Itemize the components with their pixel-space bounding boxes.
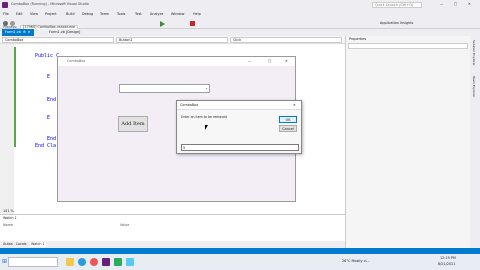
watch-window: Watch 1 Name Value Autos Locals Watch 1 <box>0 214 345 249</box>
dialog-prompt: Enter an item to be removed <box>181 115 228 119</box>
tab-close-icon[interactable]: ✕ <box>28 30 31 35</box>
continue-icon[interactable] <box>160 21 165 27</box>
menu-analyze[interactable]: Analyze <box>150 12 163 17</box>
side-tool-tabs: Solution Explorer Team Explorer <box>470 36 480 248</box>
tab-locals[interactable]: Locals <box>16 242 27 247</box>
clock-time: 12:19 PM <box>440 256 456 260</box>
menu-bar: File Edit View Project Build Debug Team … <box>0 10 480 19</box>
toolbar: Process: [17960] ComboBox.vshost.exe App… <box>0 19 480 30</box>
event-dropdown[interactable]: Click <box>230 37 342 43</box>
add-item-button[interactable]: Add Item <box>118 116 148 132</box>
form-title: ComboBox <box>67 59 86 63</box>
edge-icon[interactable] <box>78 258 86 266</box>
properties-panel: Properties <box>345 36 470 248</box>
code-line: End <box>47 97 57 103</box>
object-dropdown[interactable]: Button2 <box>116 37 228 43</box>
pin-icon[interactable]: ⊕ <box>23 30 26 35</box>
menu-debug[interactable]: Debug <box>82 12 93 17</box>
form-minimize-icon[interactable]: — <box>248 59 251 64</box>
mouse-cursor-icon <box>205 125 208 130</box>
menu-edit[interactable]: Edit <box>16 12 23 17</box>
code-navigation-bar: ComboBox Button2 Click <box>0 36 345 44</box>
inputbox-dialog: ComboBox ✕ Enter an item to be removed O… <box>176 100 302 154</box>
app-icon[interactable] <box>114 258 122 266</box>
line-number-gutter <box>0 44 14 214</box>
title-bar: ComboBox (Running) - Microsoft Visual St… <box>0 0 480 10</box>
stop-icon[interactable] <box>190 21 195 26</box>
visual-studio-icon[interactable] <box>102 258 110 266</box>
code-line: Public C <box>35 53 60 59</box>
window-title: ComboBox (Running) - Microsoft Visual St… <box>11 2 89 6</box>
menu-test[interactable]: Test <box>135 12 142 17</box>
team-explorer-tab[interactable]: Team Explorer <box>471 76 476 97</box>
vs-logo-icon <box>2 2 8 8</box>
maximize-icon[interactable]: □ <box>454 2 457 7</box>
menu-project[interactable]: Project <box>45 12 57 17</box>
solution-explorer-tab[interactable]: Solution Explorer <box>471 40 476 66</box>
dialog-close-icon[interactable]: ✕ <box>293 103 296 108</box>
items-combobox[interactable]: ⌄ <box>119 84 210 93</box>
watch-title: Watch 1 <box>3 216 17 220</box>
file-explorer-icon[interactable] <box>66 258 74 266</box>
menu-view[interactable]: View <box>30 12 38 17</box>
chrome-icon[interactable] <box>90 258 98 266</box>
menu-file[interactable]: File <box>3 12 9 17</box>
minimize-icon[interactable]: — <box>440 2 443 7</box>
project-dropdown[interactable]: ComboBox <box>2 37 114 43</box>
code-line: E <box>47 115 51 121</box>
close-icon[interactable]: ✕ <box>468 2 471 7</box>
dialog-input[interactable]: 5 <box>181 144 299 151</box>
quick-launch-input[interactable]: Quick Launch (Ctrl+Q) <box>372 2 422 8</box>
app-insights-button[interactable]: Application Insights <box>380 21 413 26</box>
dialog-title: ComboBox <box>180 103 199 107</box>
code-line: End Cla <box>35 143 57 149</box>
tab-form1-code[interactable]: Form1.vb ⊕ ✕ <box>2 29 34 36</box>
windows-taskbar: ⊞ 26°C Mostly cl... 12:19 PM 8/21/2021 <box>0 254 480 270</box>
menu-team[interactable]: Team <box>100 12 109 17</box>
watch-col-value: Value <box>120 223 130 227</box>
code-line: End <box>47 136 57 142</box>
dialog-title-bar: ComboBox ✕ <box>177 101 301 110</box>
document-tabs: Form1.vb ⊕ ✕ Form1.vb [Design] <box>0 29 345 36</box>
ok-button[interactable]: OK <box>279 116 297 123</box>
form-maximize-icon[interactable]: □ <box>268 59 271 64</box>
cancel-button[interactable]: Cancel <box>279 125 297 132</box>
weather-widget[interactable]: 26°C Mostly cl... <box>342 259 370 264</box>
watch-col-name: Name <box>3 223 14 227</box>
properties-header <box>348 43 468 49</box>
tab-form1-design[interactable]: Form1.vb [Design] <box>46 29 83 36</box>
app-icon[interactable] <box>126 258 134 266</box>
form-title-bar: ComboBox — □ ✕ <box>58 57 295 66</box>
menu-tools[interactable]: Tools <box>117 12 125 17</box>
taskbar-search-box[interactable] <box>8 257 58 267</box>
menu-build[interactable]: Build <box>66 12 75 17</box>
properties-toolbar <box>348 50 468 56</box>
form-close-icon[interactable]: ✕ <box>285 59 288 64</box>
tab-watch1[interactable]: Watch 1 <box>30 242 46 247</box>
clock-date: 8/21/2021 <box>438 262 456 266</box>
tab-autos[interactable]: Autos <box>3 242 13 247</box>
start-icon[interactable]: ⊞ <box>2 258 7 266</box>
code-line: E <box>47 74 51 80</box>
properties-title: Properties <box>349 37 367 41</box>
change-indicator <box>14 47 16 147</box>
menu-help[interactable]: Help <box>193 12 201 17</box>
menu-window[interactable]: Window <box>171 12 184 17</box>
chevron-down-icon: ⌄ <box>205 86 208 90</box>
